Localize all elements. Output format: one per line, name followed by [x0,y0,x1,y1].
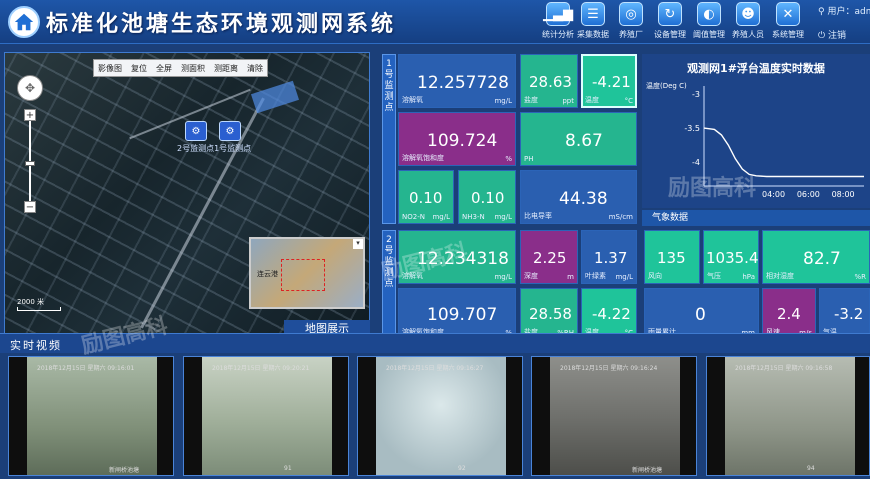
video-feed-1[interactable]: 2018年12月15日 星期六 09:16:01 新闸桥池塘 [8,356,174,476]
video-frame [376,357,506,475]
overview-minimap[interactable]: ▾ 连云港 [249,237,365,309]
zoom-out-button[interactable]: − [24,201,36,213]
scale-bar [17,307,61,311]
users-icon: ☻ [736,2,760,26]
video-frame [27,357,157,475]
nav-devices[interactable]: ↻ 设备管理 [648,2,692,42]
tool-reset[interactable]: 复位 [131,63,147,74]
station1-label: 1号监测点 [382,54,396,224]
chart-y-tick-label: -3.5 [684,124,700,133]
nav-staff[interactable]: ☻ 养殖人员 [726,2,770,42]
logout-button[interactable]: ⏻ 注销 [818,28,846,41]
chart-x-tick-label: 06:00 [797,190,820,199]
video-feed-2[interactable]: 2018年12月15日 星期六 09:20:21 91 [183,356,349,476]
s1-salinity-card[interactable]: 28.63 盐度 ppt [520,54,578,108]
tool-satellite[interactable]: 影像图 [98,63,122,74]
video-frame [202,357,332,475]
video-frame [725,357,855,475]
tools-icon: ✕ [776,2,800,26]
app-title: 标准化池塘生态环境观测网系统 [46,11,397,37]
weather-title: 气象数据 [642,210,870,226]
s2-chlorophyll-card[interactable]: 1.37 叶绿素 mg/L [581,230,637,284]
weather-humidity-card[interactable]: 82.7 相对湿度 %R [762,230,870,284]
tool-fullscreen[interactable]: 全屏 [156,63,172,74]
chart-title: 观测网1#浮台温度实时数据 [687,61,825,75]
nav-system[interactable]: ✕ 系统管理 [766,2,810,42]
weather-winddir-card[interactable]: 135 风向 [644,230,700,284]
video-feed-4[interactable]: 2018年12月15日 星期六 09:16:24 新闸桥池塘 [531,356,697,476]
nav-farm[interactable]: ◎ 养殖厂 [609,2,653,42]
user-info: ⚲ 用户：adm [818,7,870,17]
s1-dosat-card[interactable]: 109.724 溶解氧饱和度 % [398,112,516,166]
zoom-in-button[interactable]: + [24,109,36,121]
minimap-toggle-icon[interactable]: ▾ [353,239,363,249]
power-icon: ⏻ [818,31,826,41]
video-section-title: 实时视频 [10,339,62,352]
home-logo-icon[interactable] [8,6,40,38]
map-panel[interactable]: 影像图 复位 全屏 测面积 测距离 清除 ✥ + − ⚙ ⚙ 2号监测点1号监测… [4,52,370,338]
user-icon: ⚲ [818,7,825,17]
tool-clear[interactable]: 清除 [247,63,263,74]
chart-y-tick-label: -3 [692,90,700,99]
marker-labels: 2号监测点1号监测点 [177,144,252,153]
video-feed-3[interactable]: 2018年12月15日 星期六 09:16:27 92 [357,356,523,476]
chart-icon: ▁▃▆ [543,2,573,26]
video-frame [550,357,680,475]
app-header: 标准化池塘生态环境观测网系统 ▁▃▆ 统计分析 ☰ 采集数据 ◎ 养殖厂 ↻ 设… [0,0,870,44]
tool-area[interactable]: 测面积 [181,63,205,74]
fish-icon: ◎ [619,2,643,26]
chart-x-tick-label: 08:00 [832,190,855,199]
watermark: 励图高科 [668,175,757,201]
gauge-icon: ◐ [697,2,721,26]
minimap-viewport[interactable] [281,259,325,291]
nav-threshold[interactable]: ◐ 阈值管理 [687,2,731,42]
weather-pressure-card[interactable]: 1035.4 气压 hPa [703,230,759,284]
s1-do-card[interactable]: 12.257728 溶解氧 mg/L [398,54,516,108]
pan-control-icon[interactable]: ✥ [17,75,43,101]
s1-no2-card[interactable]: 0.10 NO2-N mg/L [398,170,454,224]
tool-distance[interactable]: 测距离 [214,63,238,74]
s1-conductivity-card[interactable]: 44.38 比电导率 mS/cm [520,170,637,224]
chart-y-tick-label: -4 [692,158,700,167]
refresh-icon: ↻ [658,2,682,26]
s1-ph-card[interactable]: 8.67 PH [520,112,637,166]
video-feed-5[interactable]: 2018年12月15日 星期六 09:16:58 94 [706,356,870,476]
map-toolbar: 影像图 复位 全屏 测面积 测距离 清除 [93,59,268,77]
s1-temp-card[interactable]: -4.21 温度 °C [581,54,637,108]
clipboard-icon: ☰ [581,2,605,26]
zoom-slider-handle[interactable] [25,161,35,166]
station2-marker[interactable]: ⚙ [185,121,207,141]
s1-nh3-card[interactable]: 0.10 NH3-N mg/L [458,170,516,224]
s2-depth-card[interactable]: 2.25 深度 m [520,230,578,284]
chart-x-tick-label: 04:00 [762,190,785,199]
station1-marker[interactable]: ⚙ [219,121,241,141]
zoom-control[interactable]: + − [24,109,36,213]
chart-ylabel: 温度(Deg C) [646,81,687,90]
map-scale: 2000 米 [17,297,61,311]
